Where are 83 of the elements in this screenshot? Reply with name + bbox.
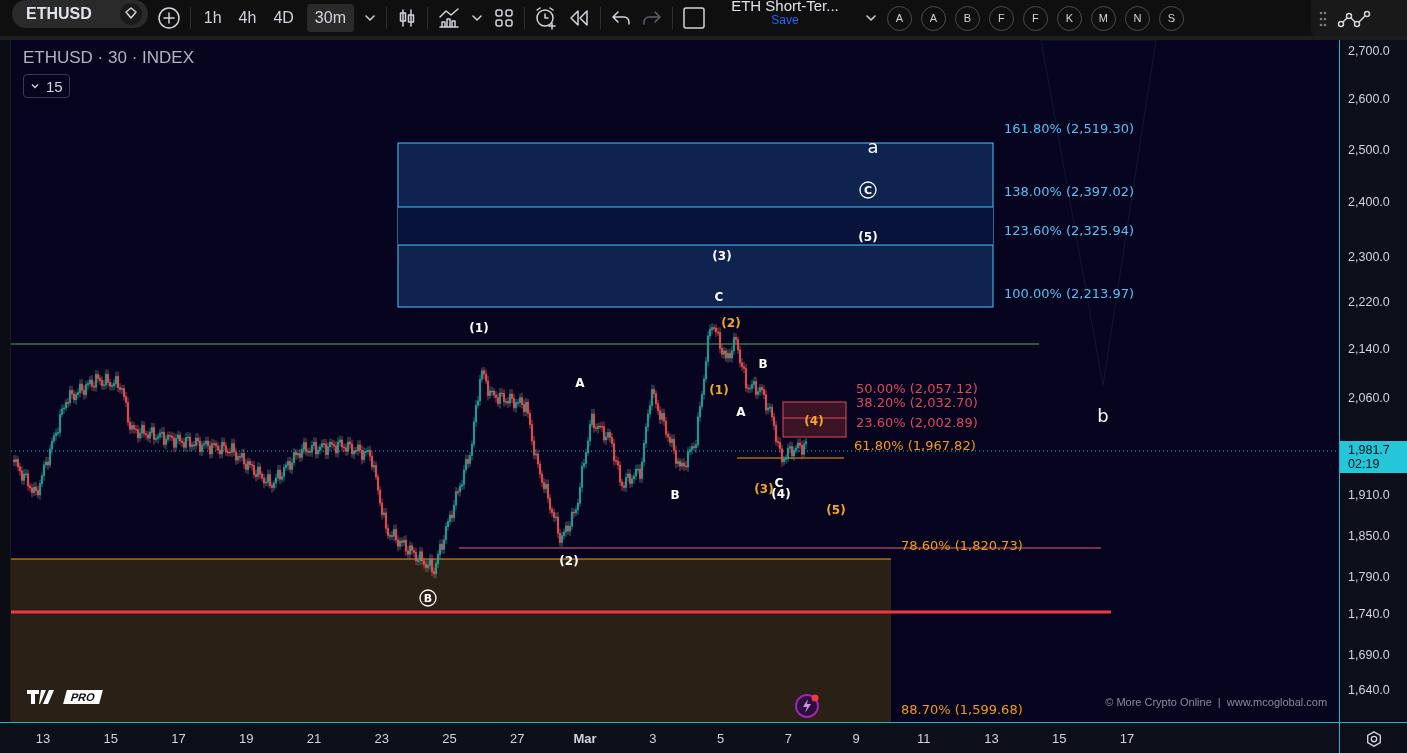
price-label: 1,850.0 [1348, 529, 1390, 543]
interval-tab[interactable]: 4D [269, 4, 298, 32]
wave-label: (1) [709, 383, 729, 397]
date-label: 15 [102, 731, 119, 746]
price-label: 1,740.0 [1348, 607, 1390, 621]
date-label: 25 [441, 731, 458, 746]
date-label: 5 [715, 731, 726, 746]
square-icon[interactable] [681, 6, 706, 30]
price-label: 1,790.0 [1348, 570, 1390, 584]
price-label: 2,600.0 [1348, 92, 1390, 106]
fib-level-label: 38.20% (2,032.70) [856, 395, 978, 410]
price-label: 1,690.0 [1348, 648, 1390, 662]
indicators-icon[interactable] [436, 7, 461, 29]
settings-icon[interactable] [1364, 729, 1383, 748]
chevron-down-icon[interactable] [30, 81, 40, 91]
save-link[interactable]: Save [771, 13, 799, 27]
date-label: 15 [1051, 731, 1068, 746]
wave-label: A [736, 405, 746, 419]
price-label: 2,220.0 [1348, 295, 1390, 309]
fib-level-label: 123.60% (2,325.94) [1004, 223, 1134, 238]
wave-label: C [714, 290, 724, 304]
price-label: 2,300.0 [1348, 250, 1390, 264]
fib-level-label: 50.00% (2,057.12) [856, 381, 978, 396]
wave-label: (3) [712, 249, 732, 263]
interval-tab[interactable]: 1h [199, 4, 226, 32]
retracement-zone [782, 401, 847, 438]
price-label: 1,640.0 [1348, 683, 1390, 697]
add-icon[interactable] [156, 6, 181, 30]
wave-label: B [670, 488, 680, 502]
date-label: 9 [851, 731, 861, 746]
fib-level-label: 78.60% (1,820.73) [901, 538, 1023, 553]
price-label: 2,700.0 [1348, 44, 1390, 58]
symbol-name[interactable]: ETHUSD [26, 5, 92, 23]
interval-tab[interactable]: 30m [306, 4, 354, 32]
fib-level-label: 161.80% (2,519.30) [1004, 121, 1134, 136]
fib-level-label: 100.00% (2,213.97) [1004, 286, 1134, 301]
date-label: 21 [305, 731, 323, 746]
fib-level-label: 88.70% (1,599.68) [901, 702, 1023, 717]
date-label: 19 [238, 731, 255, 746]
wave-label: B [419, 589, 437, 607]
date-label: 13 [34, 731, 52, 746]
symbol-search[interactable]: ETHUSD [12, 0, 148, 28]
date-label: 27 [509, 731, 526, 746]
wave-label: (5) [826, 503, 846, 517]
pro-badge: PRO [63, 690, 103, 704]
wave-label: C [859, 181, 877, 199]
wave-label: A [575, 376, 585, 390]
wave-label: (1) [469, 321, 489, 335]
date-label: 11 [916, 731, 932, 746]
fib-level-label: 138.00% (2,397.02) [1004, 184, 1134, 199]
credit-text: © More Crypto Online | www.mcoglobal.com [1105, 696, 1328, 708]
collapse-button[interactable]: 15 [23, 74, 70, 98]
date-label: 17 [170, 731, 187, 746]
price-label: 2,400.0 [1348, 195, 1390, 209]
date-label: 3 [648, 731, 658, 746]
lightning-icon[interactable] [793, 692, 821, 720]
chart-legend-title: ETHUSD · 30 · INDEX [23, 48, 194, 68]
date-label: 17 [1118, 731, 1136, 746]
alarm-clock-plus-icon[interactable] [533, 6, 558, 30]
wave-label: (5) [858, 230, 878, 244]
date-label: Mar [572, 731, 598, 746]
current-price: 1,981.7 [1348, 443, 1391, 457]
wave-label: (2) [559, 554, 579, 568]
fib-level-label: 23.60% (2,002.89) [856, 415, 978, 430]
layout-name[interactable]: ETH Short-Ter... [731, 0, 839, 13]
bar-countdown: 02:19 [1348, 457, 1381, 471]
wave-label: (4) [804, 414, 824, 428]
date-label: 7 [783, 731, 793, 746]
date-label: 23 [373, 731, 390, 746]
price-label: 2,500.0 [1348, 143, 1390, 157]
date-label: 13 [983, 731, 1000, 746]
price-label: 1,910.0 [1348, 488, 1390, 502]
wave-label: (2) [721, 316, 741, 330]
price-label: 2,140.0 [1348, 342, 1390, 356]
price-label: 2,060.0 [1348, 391, 1390, 405]
wave-label: a [867, 135, 879, 157]
drag-handle-icon[interactable] [1319, 9, 1327, 29]
interval-tab[interactable]: 4h [234, 4, 261, 32]
wave-label: B [758, 357, 768, 371]
polyline-icon[interactable] [1337, 8, 1371, 30]
wave-label: b [1097, 404, 1109, 426]
fib-level-label: 61.80% (1,967.82) [854, 438, 976, 453]
grid-icon[interactable] [492, 7, 515, 29]
